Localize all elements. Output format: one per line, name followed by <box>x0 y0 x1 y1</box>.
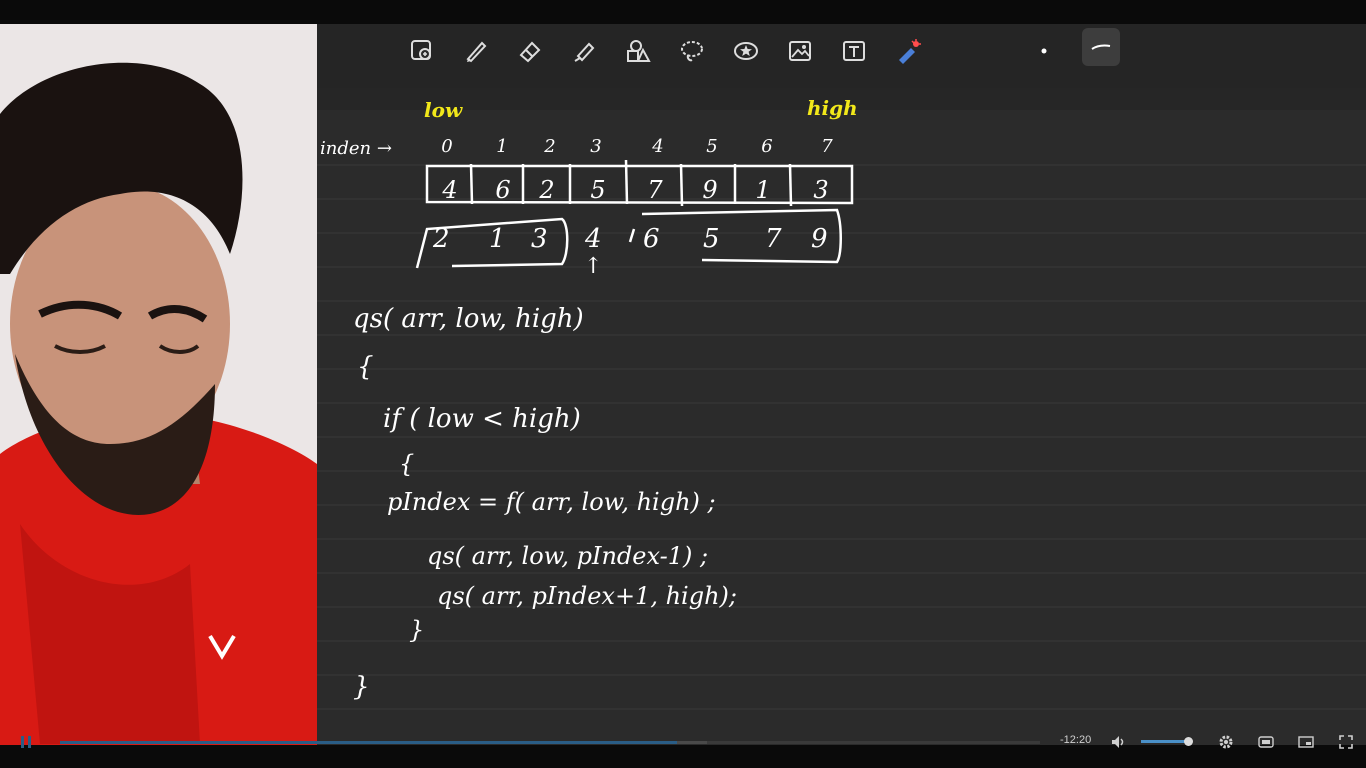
code-line-9: } <box>353 672 370 702</box>
seek-bar[interactable] <box>60 741 1040 744</box>
partition-left-2: 3 <box>531 224 548 254</box>
code-line-8: } <box>409 616 425 644</box>
array-cell-6: 1 <box>755 176 771 204</box>
volume-slider[interactable] <box>1141 737 1193 746</box>
array-cell-3: 5 <box>590 176 606 204</box>
player-control-bar <box>0 745 1366 768</box>
array-cell-0: 4 <box>442 176 458 204</box>
miniplayer-icon[interactable] <box>1298 734 1314 750</box>
pivot-arrow: ↑ <box>584 254 603 279</box>
volume-knob[interactable] <box>1183 737 1193 746</box>
hd-quality-icon[interactable] <box>1258 734 1274 750</box>
seek-played <box>60 741 678 744</box>
array-cell-4: 7 <box>647 176 663 204</box>
array-cell-1: 6 <box>495 176 511 204</box>
code-line-1: qs( arr, low, high) <box>353 304 584 334</box>
code-line-4: { <box>399 450 415 478</box>
partition-left-0: 2 <box>433 224 450 254</box>
window-top-bar <box>0 0 1366 24</box>
time-remaining: -12:20 <box>1060 734 1092 746</box>
array-cell-7: 3 <box>813 176 829 204</box>
webcam-feed <box>0 24 317 745</box>
volume-icon[interactable] <box>1110 734 1126 750</box>
code-line-6: qs( arr, low, pIndex-1) ; <box>427 542 709 570</box>
partition-right-0: 6 <box>643 224 660 254</box>
array-cell-5: 9 <box>702 176 718 204</box>
presenter-image <box>0 24 317 745</box>
whiteboard-canvas[interactable]: low high inden → 0 1 2 3 4 5 6 7 4 6 2 5… <box>317 24 1366 745</box>
code-line-2: { <box>357 352 374 382</box>
pause-icon[interactable] <box>18 734 34 750</box>
array-cell-2: 2 <box>539 176 555 204</box>
pivot-value: 4 <box>585 224 602 254</box>
partition-left-1: 1 <box>489 224 506 254</box>
code-line-7: qs( arr, pIndex+1, high); <box>437 582 737 610</box>
code-line-3: if ( low < high) <box>383 404 581 434</box>
volume-level <box>1141 740 1189 743</box>
partition-right-3: 9 <box>811 224 828 254</box>
partition-right-1: 5 <box>703 224 720 254</box>
settings-icon[interactable] <box>1218 734 1234 750</box>
partition-right-2: 7 <box>765 224 782 254</box>
code-line-5: pIndex = f( arr, low, high) ; <box>387 488 716 516</box>
array-drawing <box>415 159 854 269</box>
fullscreen-icon[interactable] <box>1338 734 1354 750</box>
